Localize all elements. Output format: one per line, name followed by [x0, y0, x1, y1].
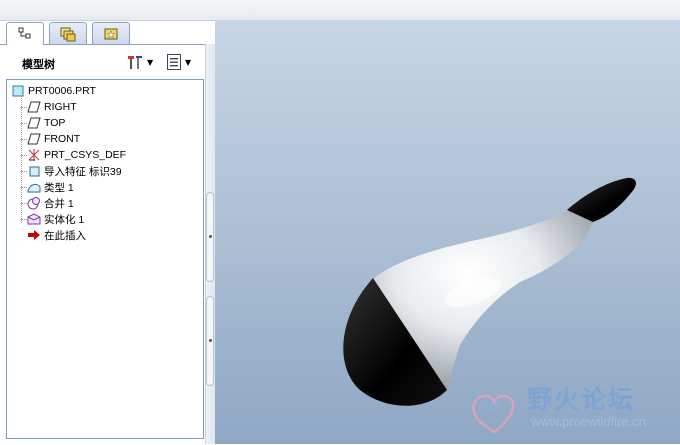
- tree-item-front[interactable]: FRONT: [27, 131, 80, 147]
- list-icon: [167, 54, 181, 70]
- tree-item-top[interactable]: TOP: [27, 115, 65, 131]
- tree-item-label: FRONT: [44, 133, 81, 145]
- grip-dot: [209, 339, 212, 342]
- tree-item-label: 合并 1: [44, 197, 74, 210]
- tree-root-label: PRT0006.PRT: [28, 85, 96, 97]
- settings-button[interactable]: ▼: [126, 52, 153, 72]
- insert-here-arrow-icon: [27, 228, 41, 242]
- tree-item-label: RIGHT: [44, 101, 77, 113]
- folders-icon: [60, 27, 76, 41]
- graphics-viewport[interactable]: 野火论坛 www.proewildfire.cn: [215, 20, 680, 444]
- tree-item-label: PRT_CSYS_DEF: [44, 149, 127, 161]
- merge-icon: [27, 196, 41, 210]
- panel-title: 模型树: [22, 58, 55, 71]
- tree-item-style[interactable]: 类型 1: [27, 179, 74, 195]
- watermark: 野火论坛 www.proewildfire.cn: [461, 374, 666, 440]
- tree-item-import-feature[interactable]: 导入特征 标识39: [27, 163, 122, 179]
- tree-item-label: TOP: [44, 117, 66, 129]
- favorites-icon: [104, 28, 118, 39]
- show-button[interactable]: ▼: [166, 52, 191, 72]
- csys-icon: [27, 148, 41, 162]
- datum-plane-icon: [27, 116, 41, 130]
- top-strip: [0, 0, 680, 21]
- datum-plane-icon: [27, 132, 41, 146]
- datum-plane-icon: [27, 100, 41, 114]
- tree-root[interactable]: PRT0006.PRT: [11, 83, 96, 99]
- watermark-url: www.proewildfire.cn: [531, 414, 646, 429]
- model-tree-header: 模型树 ▼ ▼: [6, 49, 204, 75]
- solidify-icon: [27, 212, 41, 226]
- chevron-down-icon: ▼: [147, 57, 154, 67]
- tree-item-label: 在此插入: [44, 229, 86, 242]
- import-feature-icon: [27, 164, 41, 178]
- splitter-handle[interactable]: [206, 296, 214, 386]
- tree-item-insert-here[interactable]: 在此插入: [27, 227, 86, 243]
- tree-item-label: 类型 1: [44, 181, 74, 194]
- tree-item-csys[interactable]: PRT_CSYS_DEF: [27, 147, 126, 163]
- tab-model-tree[interactable]: [6, 22, 44, 45]
- tree-item-label: 实体化 1: [44, 213, 85, 226]
- style-icon: [27, 180, 41, 194]
- chevron-down-icon: ▼: [185, 57, 192, 67]
- tree-icon: [18, 27, 31, 39]
- tree-item-merge[interactable]: 合并 1: [27, 195, 74, 211]
- part-icon: [11, 84, 25, 98]
- tools-icon: [128, 56, 142, 69]
- tree-item-label: 导入特征 标识39: [44, 165, 122, 178]
- grip-dot: [209, 235, 212, 238]
- splitter-handle[interactable]: [206, 192, 214, 282]
- model-tree-panel: 模型树 ▼ ▼ PRT0006.PRT RIGHT TOP FRONT PRT_…: [0, 44, 210, 445]
- watermark-brand: 野火论坛: [527, 385, 636, 414]
- tab-folder-browser[interactable]: [49, 22, 87, 44]
- tab-favorites[interactable]: [92, 22, 130, 44]
- tree-item-right[interactable]: RIGHT: [27, 99, 77, 115]
- model-tree: PRT0006.PRT RIGHT TOP FRONT PRT_CSYS_DEF…: [6, 79, 204, 439]
- tree-item-solidify[interactable]: 实体化 1: [27, 211, 84, 227]
